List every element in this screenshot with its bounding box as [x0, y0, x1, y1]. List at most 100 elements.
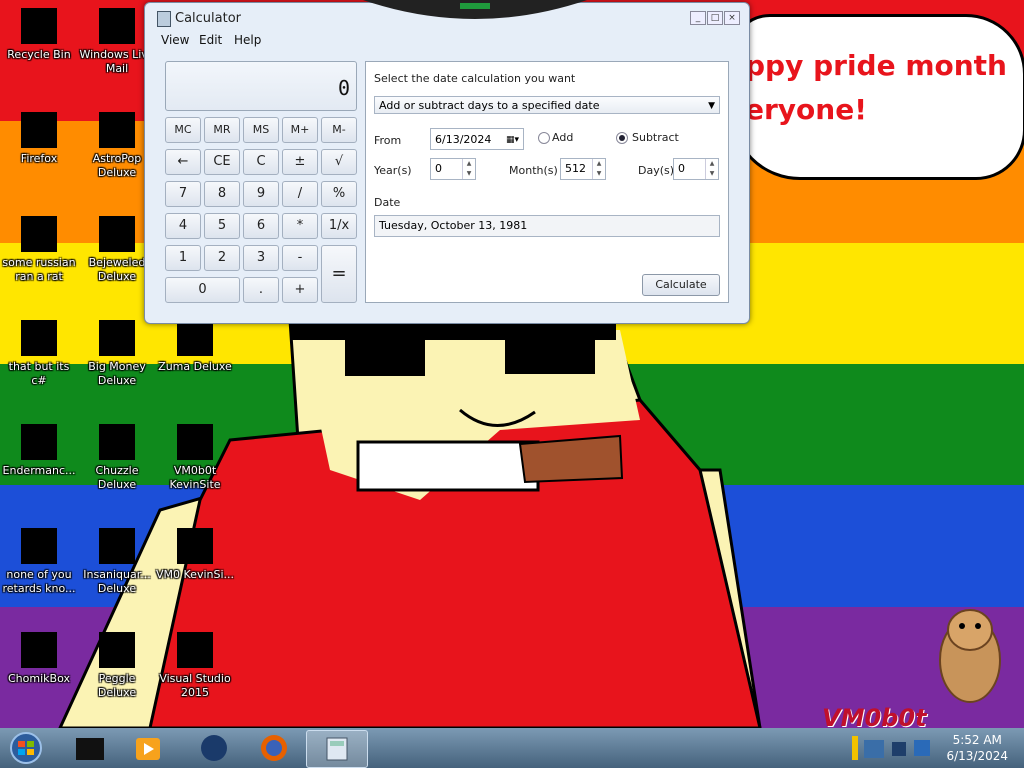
desktop-icon[interactable]: Peggle Deluxe — [78, 632, 156, 700]
taskbar-calculator-button[interactable] — [306, 730, 368, 768]
add-radio[interactable] — [538, 132, 550, 144]
key-button[interactable]: 3 — [243, 245, 279, 271]
globe-icon[interactable] — [194, 732, 234, 764]
clock-time: 5:52 AM — [952, 733, 1002, 747]
desktop-icon-label: none of you retards kno... — [2, 568, 76, 595]
menu-view[interactable]: View — [161, 33, 189, 47]
years-spinner[interactable]: 0 ▲ ▼ — [430, 158, 476, 180]
taskbar: 5:52 AM 6/13/2024 — [0, 728, 1024, 768]
from-label: From — [374, 134, 402, 147]
years-label: Year(s) — [374, 164, 412, 177]
zuma-icon — [177, 320, 213, 356]
program-icon — [21, 424, 57, 460]
hamster-image — [939, 609, 1001, 703]
calendar-icon[interactable]: ▦▾ — [506, 129, 519, 151]
key-button[interactable]: √ — [321, 149, 357, 175]
key-button[interactable]: * — [282, 213, 318, 239]
media-player-icon[interactable] — [128, 732, 168, 764]
speech-line-2: eryone! — [745, 93, 867, 126]
peggle-icon — [99, 632, 135, 668]
desktop-icon[interactable]: VM0b0t KevinSite — [156, 424, 234, 492]
key-button[interactable]: / — [282, 181, 318, 207]
recycle-bin-icon — [21, 8, 57, 44]
rat-icon — [21, 216, 57, 252]
system-clock[interactable]: 5:52 AM 6/13/2024 — [946, 732, 1008, 764]
key-button[interactable]: 2 — [204, 245, 240, 271]
visual-studio-icon — [177, 632, 213, 668]
desktop-icon[interactable]: Recycle Bin — [0, 8, 78, 62]
desktop-icon-label: that but its c# — [8, 360, 70, 387]
desktop-icon[interactable]: Zuma Deluxe — [156, 320, 234, 374]
key-button[interactable]: 8 — [204, 181, 240, 207]
menu-help[interactable]: Help — [234, 33, 261, 47]
key-button[interactable]: ± — [282, 149, 318, 175]
folder-icon[interactable] — [70, 732, 110, 764]
result-date-value: Tuesday, October 13, 1981 — [379, 219, 528, 232]
key-button[interactable]: 5 — [204, 213, 240, 239]
menu-bar: View Edit Help — [145, 31, 749, 49]
key-button[interactable]: M- — [321, 117, 357, 143]
key-button[interactable]: 0 — [165, 277, 240, 303]
calculation-mode-dropdown[interactable]: Add or subtract days to a specified date… — [374, 96, 720, 114]
spinner-arrows-icon[interactable]: ▲ ▼ — [705, 159, 718, 179]
desktop-icon-label: Recycle Bin — [7, 48, 71, 61]
desktop-icon[interactable]: ChomikBox — [0, 632, 78, 686]
key-button[interactable]: MC — [165, 117, 201, 143]
close-button[interactable]: × — [724, 11, 740, 25]
firefox-icon — [21, 112, 57, 148]
key-button[interactable]: 4 — [165, 213, 201, 239]
key-button[interactable]: = — [321, 245, 357, 303]
system-tray-icons[interactable] — [846, 732, 936, 764]
from-date-picker[interactable]: 6/13/2024 ▦▾ — [430, 128, 524, 150]
spinner-arrows-icon[interactable]: ▲ ▼ — [592, 159, 605, 179]
key-button[interactable]: MS — [243, 117, 279, 143]
key-button[interactable]: . — [243, 277, 279, 303]
desktop-icon-label: Visual Studio 2015 — [159, 672, 231, 699]
desktop-icon[interactable]: Chuzzle Deluxe — [78, 424, 156, 492]
maximize-button[interactable]: □ — [707, 11, 723, 25]
start-orb-icon[interactable] — [6, 732, 46, 764]
desktop-icon[interactable]: Insaniquar... Deluxe — [78, 528, 156, 596]
desktop-icon[interactable]: that but its c# — [0, 320, 78, 388]
key-button[interactable]: CE — [204, 149, 240, 175]
key-button[interactable]: M+ — [282, 117, 318, 143]
insaniquarium-icon — [99, 528, 135, 564]
desktop-icon[interactable]: Big Money Deluxe — [78, 320, 156, 388]
key-button[interactable]: 6 — [243, 213, 279, 239]
desktop-icon[interactable]: Firefox — [0, 112, 78, 166]
desktop-icon[interactable]: VM0 KevinSi... — [156, 528, 234, 582]
add-label: Add — [552, 131, 574, 144]
key-button[interactable]: C — [243, 149, 279, 175]
calculator-window[interactable]: Calculator _ □ × View Edit Help 0 MC MR MS… — [144, 0, 750, 324]
subtract-radio[interactable] — [616, 132, 628, 144]
firefox-icon[interactable] — [254, 732, 294, 764]
desktop-icon-label: Big Money Deluxe — [88, 360, 146, 387]
desktop-icon-label: Peggle Deluxe — [97, 672, 137, 699]
menu-edit[interactable]: Edit — [199, 33, 222, 47]
key-button[interactable]: % — [321, 181, 357, 207]
result-date-field[interactable]: Tuesday, October 13, 1981 — [374, 215, 720, 237]
desktop-icon[interactable]: Endermanc... — [0, 424, 78, 478]
from-date-value: 6/13/2024 — [435, 133, 492, 146]
key-button[interactable]: 1 — [165, 245, 201, 271]
spinner-arrows-icon[interactable]: ▲ ▼ — [462, 159, 475, 179]
key-button[interactable]: ← — [165, 149, 201, 175]
key-button[interactable]: + — [282, 277, 318, 303]
desktop-icon[interactable]: some russian ran a rat — [0, 216, 78, 284]
desktop-icon-label: Zuma Deluxe — [158, 360, 232, 373]
desktop-icon[interactable]: Visual Studio 2015 — [156, 632, 234, 700]
key-button[interactable]: 9 — [243, 181, 279, 207]
months-spinner[interactable]: 512 ▲ ▼ — [560, 158, 606, 180]
desktop-icon-label: Chuzzle Deluxe — [95, 464, 139, 491]
calculate-button[interactable]: Calculate — [642, 274, 720, 296]
chuzzle-icon — [99, 424, 135, 460]
desktop-icon[interactable]: none of you retards kno... — [0, 528, 78, 596]
date-calculation-panel: Select the date calculation you want Add… — [365, 61, 729, 303]
days-label: Day(s) — [638, 164, 675, 177]
key-button[interactable]: - — [282, 245, 318, 271]
key-button[interactable]: 1/x — [321, 213, 357, 239]
key-button[interactable]: 7 — [165, 181, 201, 207]
key-button[interactable]: MR — [204, 117, 240, 143]
minimize-button[interactable]: _ — [690, 11, 706, 25]
days-spinner[interactable]: 0 ▲ ▼ — [673, 158, 719, 180]
